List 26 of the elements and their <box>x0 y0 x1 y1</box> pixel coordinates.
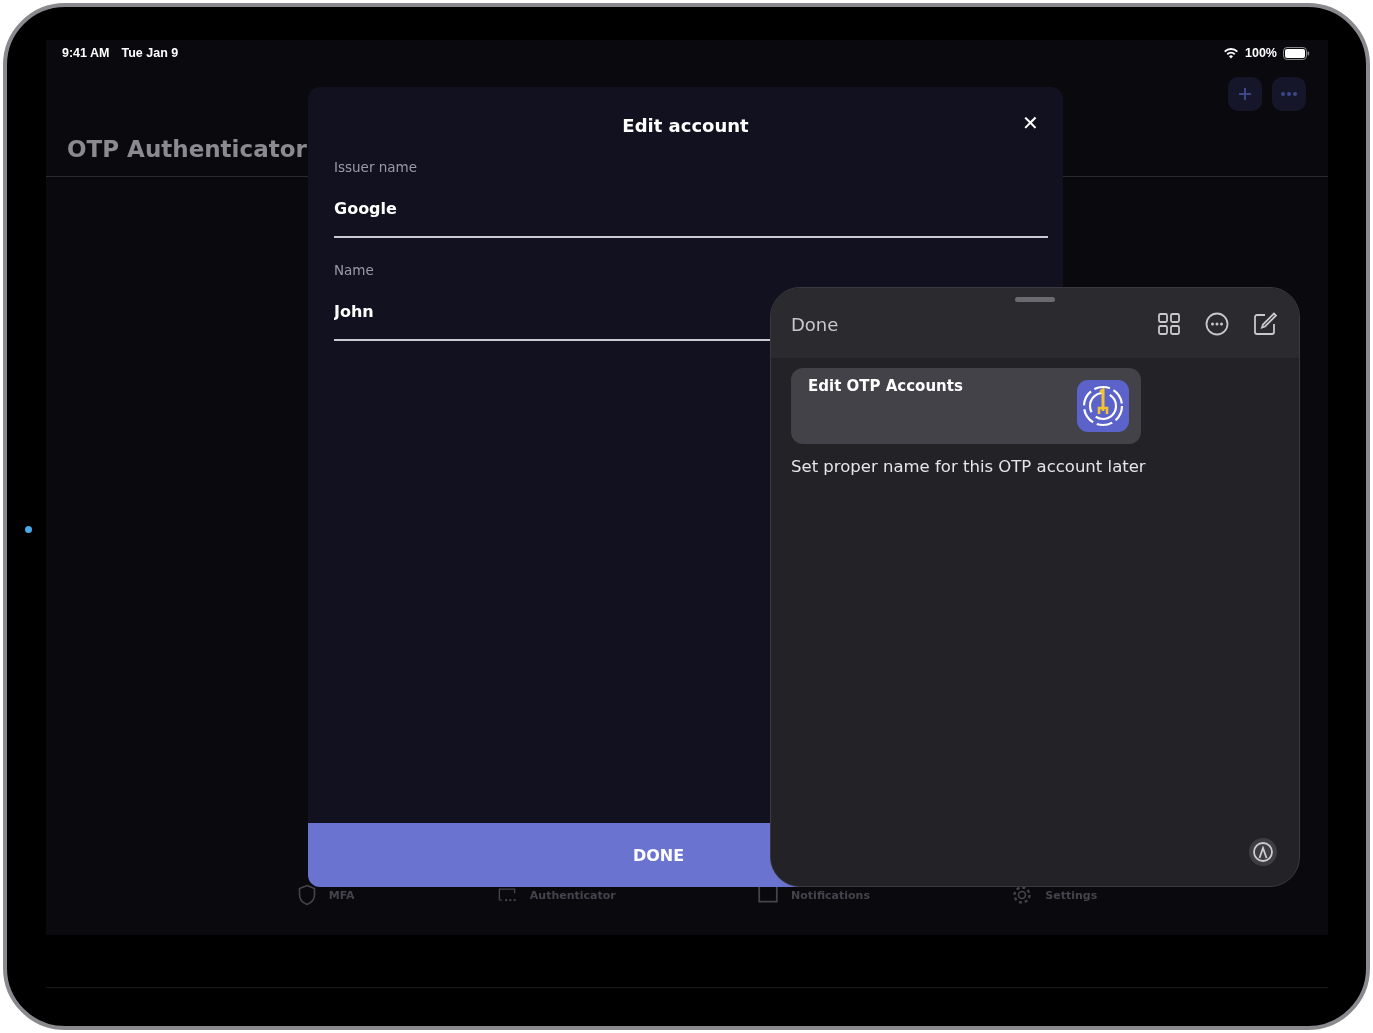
done-link[interactable]: Done <box>791 313 839 335</box>
app-title: OTP Authenticator <box>67 136 307 162</box>
note-text: Set proper name for this OTP account later <box>791 457 1147 476</box>
shield-icon <box>296 884 317 906</box>
battery-icon <box>1283 46 1310 60</box>
shortcut-card[interactable]: Edit OTP Accounts <box>791 368 1141 444</box>
field-label: Name <box>334 262 375 278</box>
wifi-icon <box>1223 47 1239 59</box>
shortcut-title: Edit OTP Accounts <box>808 377 963 395</box>
field-label: Issuer name <box>334 159 419 175</box>
compose-icon[interactable] <box>1253 312 1277 336</box>
camera-light-icon <box>25 526 32 533</box>
grid-icon[interactable] <box>1157 312 1181 336</box>
sheet-title: Edit account <box>622 114 749 136</box>
more-icon[interactable] <box>1205 312 1229 336</box>
battery-percent: 100% <box>1245 46 1277 60</box>
status-time: 9:41 AM <box>62 46 110 60</box>
grabber-handle[interactable] <box>1015 297 1055 302</box>
input-field[interactable]: Google <box>334 185 1048 238</box>
status-date: Tue Jan 9 <box>121 46 179 60</box>
gear-icon <box>1011 884 1034 906</box>
app-icon <box>1077 380 1129 432</box>
markup-pen-icon[interactable] <box>1249 838 1277 866</box>
plus-icon <box>1237 86 1253 102</box>
close-button[interactable]: ✕ <box>1022 111 1039 135</box>
ellipsis-icon <box>1280 91 1298 97</box>
